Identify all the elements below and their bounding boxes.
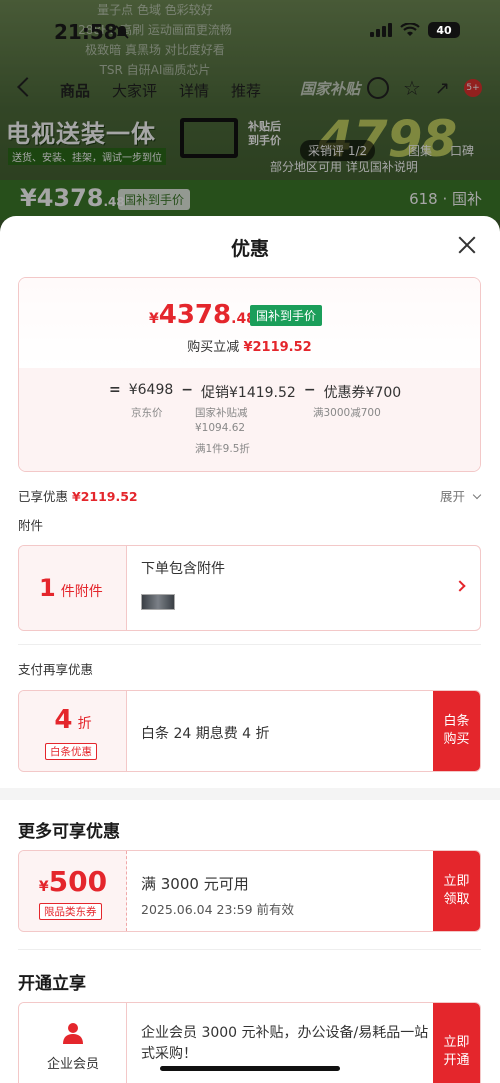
coupon-sub: 满3000减700 [313,407,381,419]
promo-sub-gov-value: ¥1094.62 [195,422,246,434]
member-panel: 企业会员 [19,1003,127,1083]
home-indicator[interactable] [160,1066,340,1071]
promo-sub-gov: 国家补贴减 [195,407,248,419]
coupon-amount-panel: ¥500 限品类东券 [19,851,127,931]
discount-number: 4 [54,705,73,735]
signal-icon [370,23,392,37]
btn-line: 立即 [443,1035,470,1050]
accessory-card[interactable]: 1 件附件 下单包含附件 [18,545,481,631]
baitiao-text: 白条 24 期息费 4 折 [141,726,270,742]
reduce-value: ¥2119.52 [243,340,312,355]
chevron-down-icon [472,490,482,500]
reduce-label: 购买立减 [187,340,240,355]
discount-unit: 折 [77,716,92,732]
member-description: 企业会员 3000 元补贴，办公设备/易耗品一站式采购！ [141,1025,429,1062]
coupon-card[interactable]: ¥500 限品类东券 满 3000 元可用 2025.06.04 23:59 前… [18,850,481,932]
enjoyed-label: 已享优惠 [18,489,69,504]
close-icon[interactable] [458,236,476,254]
accessory-count: 1 件附件 [39,574,103,602]
accessory-count-panel: 1 件附件 [19,546,127,630]
open-membership-heading: 开通立享 [18,974,86,994]
coupon-value: ¥500 [19,865,127,898]
chevron-right-icon [454,580,466,592]
btn-line: 购买 [443,732,470,747]
list-price-label: 京东价 [131,407,163,419]
member-label: 企业会员 [46,1057,99,1072]
btn-line: 开通 [443,1053,470,1068]
price-symbol: ¥ [149,311,159,327]
coupon-type-tag: 限品类东券 [39,903,102,920]
expand-label: 展开 [440,489,466,504]
coupon-number: 500 [48,865,108,898]
divider [18,644,481,645]
price-int: 4378 [158,300,232,330]
btn-line: 领取 [443,892,470,907]
claim-coupon-button[interactable]: 立即 领取 [433,851,480,931]
accessory-title: 下单包含附件 [141,561,225,577]
price-summary-card: ¥4378.48 国补到手价 购买立减 ¥2119.52 = ¥6498 − 促… [18,277,481,472]
section-divider [0,788,500,800]
status-time: 21:58 [54,20,118,44]
baitiao-tag: 白条优惠 [45,743,97,760]
accessory-section-label: 附件 [18,518,44,533]
status-bar: 21:58 40 [0,16,500,48]
battery-icon: 40 [428,22,460,38]
summary-top: ¥4378.48 国补到手价 购买立减 ¥2119.52 [19,278,480,368]
accessory-count-unit: 件附件 [60,584,103,600]
baitiao-discount-card[interactable]: 4 折 白条优惠 白条 24 期息费 4 折 白条购买 [18,690,481,772]
reduce-line: 购买立减 ¥2119.52 [19,336,480,355]
promo-amount: 促销¥1419.52 [201,385,296,401]
sheet-title: 优惠 [230,238,269,260]
expand-button[interactable]: 展开 [440,486,482,505]
more-offers-heading: 更多可享优惠 [18,822,120,842]
open-member-button[interactable]: 立即 开通 [433,1003,480,1083]
baitiao-buy-button[interactable]: 白条 购买 [433,691,480,771]
enjoyed-value: ¥2119.52 [72,489,138,504]
enjoyed-discount: 已享优惠 ¥2119.52 [18,486,138,505]
gov-price-tag: 国补到手价 [250,305,323,326]
price-formula: = ¥6498 − 促销¥1419.52 − 优惠券¥700 [107,382,401,402]
accessory-count-number: 1 [39,574,56,602]
pay-section-label: 支付再享优惠 [18,662,94,677]
price-breakdown: = ¥6498 − 促销¥1419.52 − 优惠券¥700 京东价 国家补贴减… [19,368,480,471]
list-price: ¥6498 [128,382,174,398]
accessory-thumbnail [141,594,175,610]
divider [18,949,481,950]
minus-sign: − [303,382,316,398]
btn-line: 立即 [443,874,470,889]
promo-sub-discount: 满1件9.5折 [195,443,250,455]
coupon-symbol: ¥ [38,879,49,895]
user-icon [63,1023,83,1044]
final-price: ¥4378.48 [149,300,256,330]
discount-sheet: 优惠 ¥4378.48 国补到手价 购买立减 ¥2119.52 = ¥6498 … [0,216,500,1083]
minus-sign: − [181,382,194,398]
equals-sign: = [109,382,121,398]
coupon-expiry: 2025.06.04 23:59 前有效 [141,902,295,917]
wifi-icon [400,23,420,36]
bell-muted-icon [115,25,129,39]
discount-value: 4 折 [19,705,127,735]
coupon-condition: 满 3000 元可用 [141,875,249,893]
btn-line: 白条 [443,714,470,729]
coupon-amount: 优惠券¥700 [323,385,402,401]
discount-panel: 4 折 白条优惠 [19,691,127,771]
